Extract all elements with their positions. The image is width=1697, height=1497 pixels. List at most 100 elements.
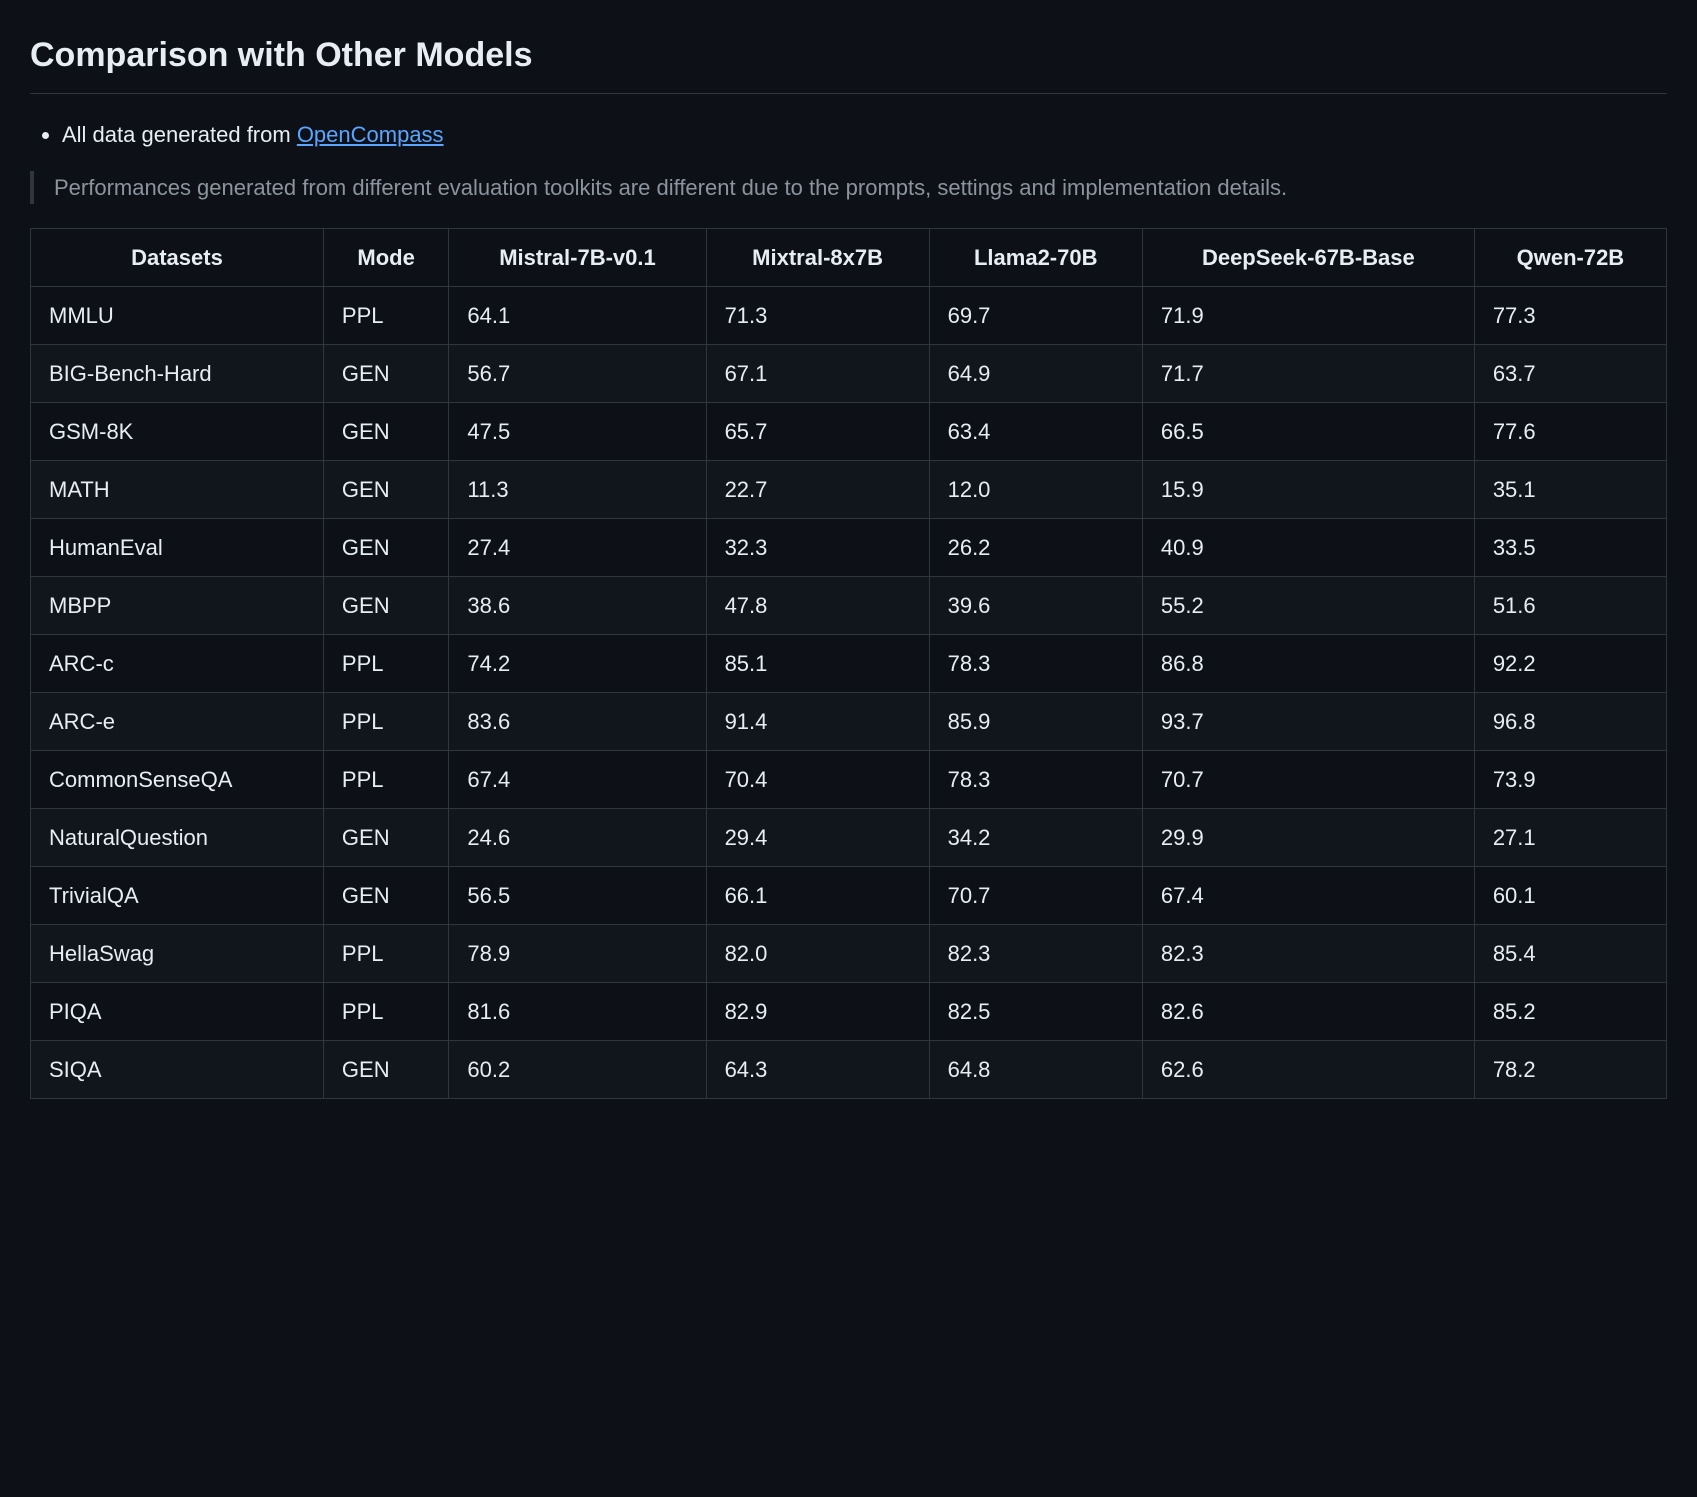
table-cell: 22.7	[706, 461, 929, 519]
table-cell: MMLU	[31, 287, 324, 345]
table-cell: PPL	[323, 635, 449, 693]
table-cell: TrivialQA	[31, 867, 324, 925]
header-deepseek: DeepSeek-67B-Base	[1142, 229, 1474, 287]
table-row: NaturalQuestionGEN24.629.434.229.927.1	[31, 809, 1667, 867]
table-cell: 55.2	[1142, 577, 1474, 635]
table-cell: 29.9	[1142, 809, 1474, 867]
table-cell: MATH	[31, 461, 324, 519]
table-cell: 34.2	[929, 809, 1142, 867]
table-row: HellaSwagPPL78.982.082.382.385.4	[31, 925, 1667, 983]
table-cell: CommonSenseQA	[31, 751, 324, 809]
table-cell: 32.3	[706, 519, 929, 577]
table-cell: GEN	[323, 403, 449, 461]
header-mode: Mode	[323, 229, 449, 287]
header-qwen: Qwen-72B	[1474, 229, 1666, 287]
table-cell: 47.5	[449, 403, 706, 461]
table-cell: 82.5	[929, 983, 1142, 1041]
bullet-text: All data generated from	[62, 122, 297, 147]
table-cell: 85.9	[929, 693, 1142, 751]
table-cell: 60.2	[449, 1041, 706, 1099]
table-cell: 64.8	[929, 1041, 1142, 1099]
table-row: ARC-ePPL83.691.485.993.796.8	[31, 693, 1667, 751]
table-cell: PIQA	[31, 983, 324, 1041]
table-cell: 77.3	[1474, 287, 1666, 345]
table-cell: 51.6	[1474, 577, 1666, 635]
table-cell: 70.7	[929, 867, 1142, 925]
table-cell: 82.3	[1142, 925, 1474, 983]
table-cell: 27.4	[449, 519, 706, 577]
table-cell: 78.9	[449, 925, 706, 983]
table-cell: 64.1	[449, 287, 706, 345]
section-heading: Comparison with Other Models	[30, 30, 1667, 94]
table-row: HumanEvalGEN27.432.326.240.933.5	[31, 519, 1667, 577]
table-cell: HellaSwag	[31, 925, 324, 983]
table-cell: 64.9	[929, 345, 1142, 403]
header-mixtral: Mixtral-8x7B	[706, 229, 929, 287]
header-llama2: Llama2-70B	[929, 229, 1142, 287]
table-cell: 78.3	[929, 635, 1142, 693]
blockquote-note: Performances generated from different ev…	[30, 171, 1667, 204]
table-cell: PPL	[323, 751, 449, 809]
table-cell: 82.9	[706, 983, 929, 1041]
table-row: CommonSenseQAPPL67.470.478.370.773.9	[31, 751, 1667, 809]
table-cell: 71.3	[706, 287, 929, 345]
opencompass-link[interactable]: OpenCompass	[297, 122, 444, 147]
table-cell: 82.0	[706, 925, 929, 983]
table-cell: 11.3	[449, 461, 706, 519]
table-cell: 27.1	[1474, 809, 1666, 867]
table-cell: HumanEval	[31, 519, 324, 577]
bullet-item: All data generated from OpenCompass	[62, 118, 1667, 151]
table-cell: GEN	[323, 1041, 449, 1099]
table-cell: MBPP	[31, 577, 324, 635]
table-row: SIQAGEN60.264.364.862.678.2	[31, 1041, 1667, 1099]
table-cell: 73.9	[1474, 751, 1666, 809]
table-cell: GSM-8K	[31, 403, 324, 461]
table-cell: 24.6	[449, 809, 706, 867]
table-cell: 40.9	[1142, 519, 1474, 577]
table-cell: 71.9	[1142, 287, 1474, 345]
table-cell: 12.0	[929, 461, 1142, 519]
table-cell: 85.2	[1474, 983, 1666, 1041]
table-cell: 77.6	[1474, 403, 1666, 461]
comparison-table: Datasets Mode Mistral-7B-v0.1 Mixtral-8x…	[30, 228, 1667, 1099]
header-mistral: Mistral-7B-v0.1	[449, 229, 706, 287]
table-cell: 78.3	[929, 751, 1142, 809]
table-cell: 93.7	[1142, 693, 1474, 751]
table-cell: 29.4	[706, 809, 929, 867]
table-cell: 71.7	[1142, 345, 1474, 403]
table-cell: 64.3	[706, 1041, 929, 1099]
table-cell: 96.8	[1474, 693, 1666, 751]
table-cell: 33.5	[1474, 519, 1666, 577]
table-cell: 78.2	[1474, 1041, 1666, 1099]
table-cell: 81.6	[449, 983, 706, 1041]
table-cell: 67.4	[1142, 867, 1474, 925]
table-cell: 56.5	[449, 867, 706, 925]
table-cell: PPL	[323, 983, 449, 1041]
table-cell: 66.1	[706, 867, 929, 925]
table-cell: 26.2	[929, 519, 1142, 577]
table-cell: 38.6	[449, 577, 706, 635]
table-row: MBPPGEN38.647.839.655.251.6	[31, 577, 1667, 635]
table-cell: 69.7	[929, 287, 1142, 345]
table-cell: 74.2	[449, 635, 706, 693]
table-row: GSM-8KGEN47.565.763.466.577.6	[31, 403, 1667, 461]
table-row: MMLUPPL64.171.369.771.977.3	[31, 287, 1667, 345]
table-cell: 67.4	[449, 751, 706, 809]
table-cell: PPL	[323, 693, 449, 751]
bullet-list: All data generated from OpenCompass	[30, 118, 1667, 151]
table-header-row: Datasets Mode Mistral-7B-v0.1 Mixtral-8x…	[31, 229, 1667, 287]
table-cell: 39.6	[929, 577, 1142, 635]
table-cell: 67.1	[706, 345, 929, 403]
table-row: PIQAPPL81.682.982.582.685.2	[31, 983, 1667, 1041]
table-row: BIG-Bench-HardGEN56.767.164.971.763.7	[31, 345, 1667, 403]
table-cell: 35.1	[1474, 461, 1666, 519]
table-cell: NaturalQuestion	[31, 809, 324, 867]
table-cell: SIQA	[31, 1041, 324, 1099]
table-cell: 62.6	[1142, 1041, 1474, 1099]
table-cell: BIG-Bench-Hard	[31, 345, 324, 403]
table-cell: 86.8	[1142, 635, 1474, 693]
table-cell: 70.4	[706, 751, 929, 809]
table-cell: 91.4	[706, 693, 929, 751]
table-row: ARC-cPPL74.285.178.386.892.2	[31, 635, 1667, 693]
table-cell: 56.7	[449, 345, 706, 403]
